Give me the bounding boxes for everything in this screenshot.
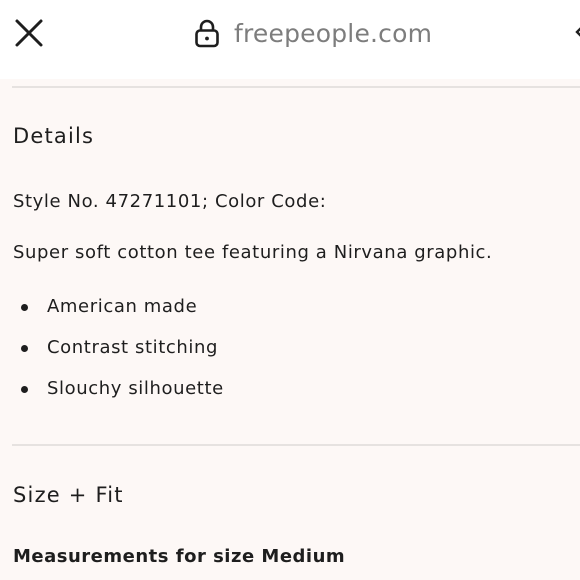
close-icon[interactable] bbox=[12, 16, 46, 50]
bullet-dot bbox=[21, 386, 28, 393]
bullet-dot bbox=[21, 304, 28, 311]
url-text: freepeople.com bbox=[234, 18, 433, 48]
size-fit-heading[interactable]: Size + Fit bbox=[13, 483, 124, 507]
bullet-text: Slouchy silhouette bbox=[47, 378, 224, 399]
share-icon[interactable] bbox=[574, 24, 580, 40]
measurements-heading: Measurements for size Medium bbox=[13, 546, 346, 567]
bullet-dot bbox=[21, 345, 28, 352]
lock-icon bbox=[195, 19, 219, 48]
address-bar[interactable]: freepeople.com bbox=[194, 14, 432, 52]
style-number-line: Style No. 47271101; Color Code: bbox=[13, 191, 327, 212]
details-heading[interactable]: Details bbox=[13, 124, 94, 148]
bullet-text: American made bbox=[47, 296, 198, 317]
product-info-panel: Details Style No. 47271101; Color Code: … bbox=[0, 79, 580, 580]
divider-middle bbox=[12, 444, 580, 446]
divider-top bbox=[12, 86, 580, 88]
browser-top-bar: freepeople.com bbox=[0, 0, 580, 80]
bullet-text: Contrast stitching bbox=[47, 337, 219, 358]
product-description: Super soft cotton tee featuring a Nirvan… bbox=[13, 242, 493, 263]
